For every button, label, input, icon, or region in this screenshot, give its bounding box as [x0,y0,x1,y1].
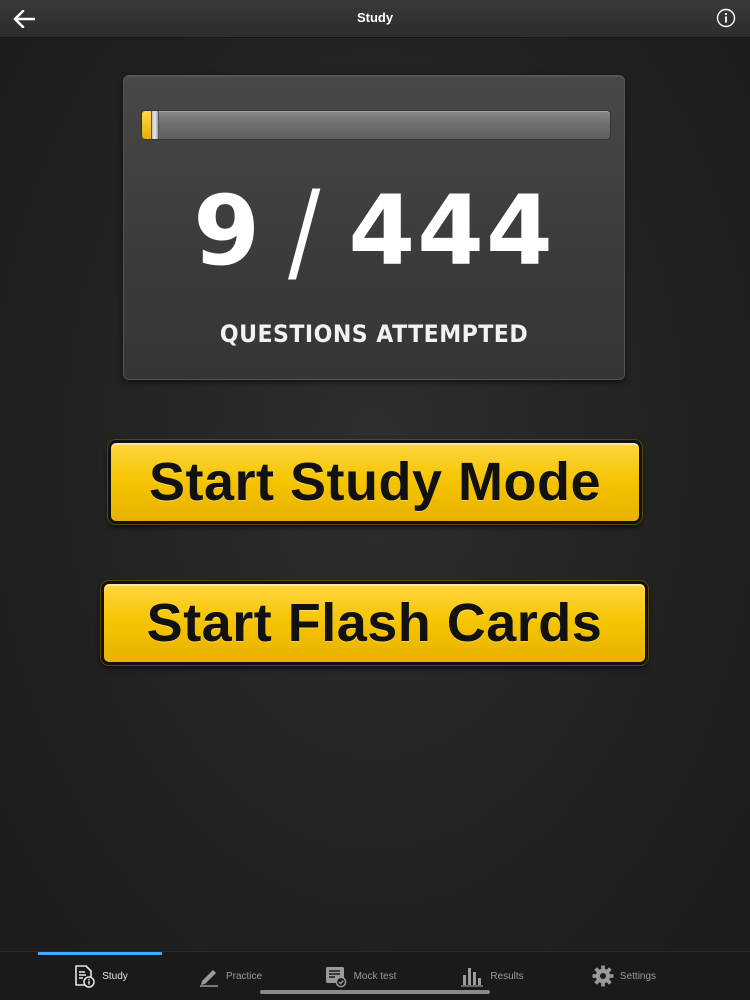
info-button[interactable] [716,8,736,28]
start-flash-cards-button[interactable]: Start Flash Cards [101,581,648,665]
top-navigation-bar: Study [0,0,750,38]
progress-bar [141,110,611,140]
bar-chart-icon [461,968,484,987]
tab-practice-label: Practice [225,970,263,982]
study-screen: Study 9/444 QUESTIONS ATTEMPTED Start St… [0,0,750,1000]
progress-card: 9/444 QUESTIONS ATTEMPTED [123,75,625,380]
tab-study-label: Study [102,970,128,982]
bottom-tab-bar: Study Practice Mock test Results Setting… [0,951,750,1000]
gear-icon [592,965,614,987]
total-count: 444 [348,175,555,287]
progress-bar-handle [151,111,159,139]
page-title: Study [356,10,394,25]
tab-settings-label: Settings [619,970,657,982]
questions-count: 9/444 [124,168,624,295]
tab-results-label: Results [490,970,524,982]
study-doc-icon [75,965,95,988]
start-flash-cards-label: Start Flash Cards [146,593,603,653]
count-separator: / [288,166,323,296]
start-study-mode-button[interactable]: Start Study Mode [108,440,642,524]
tab-study[interactable]: Study [38,952,162,1000]
mock-test-icon [325,967,346,988]
tab-settings[interactable]: Settings [554,952,694,1000]
questions-attempted-label: QUESTIONS ATTEMPTED [219,320,529,348]
attempted-count: 9 [193,175,263,287]
start-study-mode-label: Start Study Mode [148,452,602,512]
home-indicator [260,990,490,994]
pencil-icon [199,970,218,987]
tab-mock-test-label: Mock test [353,970,397,982]
info-circle-icon [716,8,736,28]
